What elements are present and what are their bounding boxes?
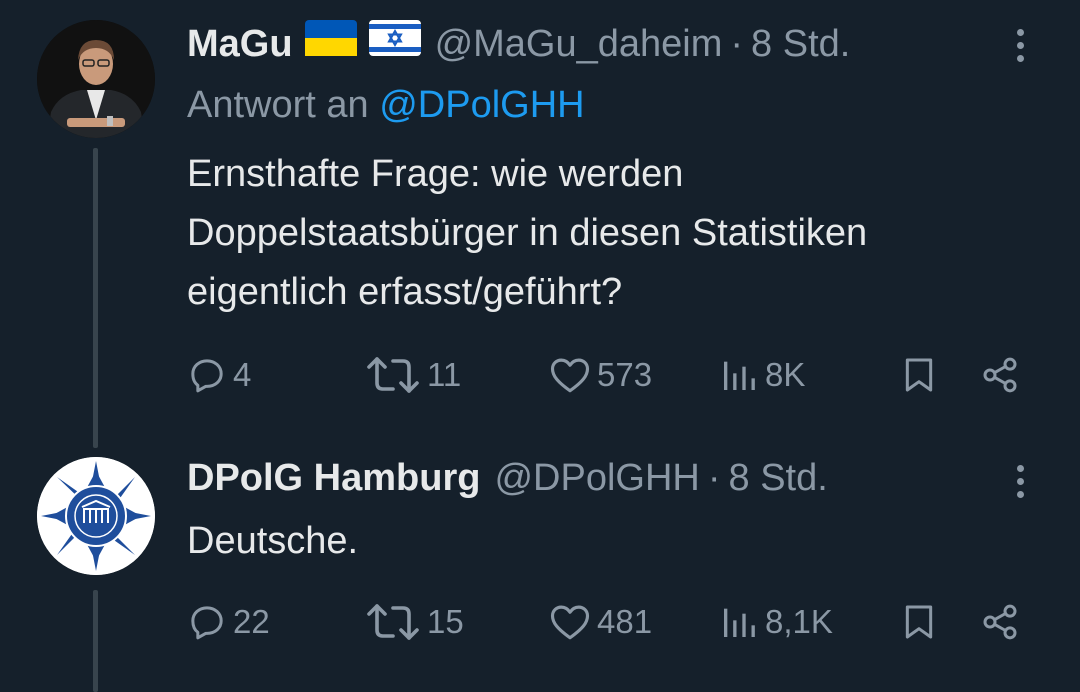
handle[interactable]: @DPolGHH [494,455,699,501]
share-icon [983,604,1017,640]
reply-button[interactable]: 4 [187,350,251,400]
views-button[interactable]: 8,1K [719,597,833,647]
thread-line [93,148,98,448]
timestamp[interactable]: 8 Std. [729,455,828,501]
like-count: 573 [597,356,653,393]
views-icon [724,361,755,390]
like-icon [550,358,590,393]
retweet-icon [367,604,419,640]
like-button[interactable]: 573 [549,350,652,400]
views-icon [724,608,755,637]
handle[interactable]: @MaGu_daheim [435,21,723,67]
retweet-button[interactable]: 15 [365,597,464,647]
bookmark-icon [905,605,933,639]
flag-ukraine-icon [304,20,357,67]
thread-line [93,590,98,692]
like-button[interactable]: 481 [549,597,652,647]
views-count: 8K [765,356,806,393]
reply-icon [191,606,223,640]
share-icon [983,357,1017,393]
timestamp[interactable]: 8 Std. [751,21,850,67]
reply-icon [191,359,223,393]
tweet-header: MaGu @MaGu_daheim · 8 Std. [187,20,850,67]
retweet-count: 11 [427,356,462,393]
tweet-text: Ernsthafte Frage: wie werden Doppelstaat… [187,153,868,313]
reply-context: Antwort an @DPolGHH [187,82,585,128]
retweet-button[interactable]: 11 [365,350,461,400]
share-button[interactable] [980,597,1020,647]
retweet-count: 15 [427,603,464,640]
bookmark-icon [905,358,933,392]
reply-count: 4 [233,356,252,393]
more-icon[interactable] [1005,22,1035,68]
share-button[interactable] [980,350,1020,400]
like-icon [550,605,590,640]
display-name[interactable]: DPolG Hamburg [187,455,480,501]
separator: · [730,22,744,65]
tweet-header: DPolG Hamburg @DPolGHH · 8 Std. [187,455,828,501]
retweet-icon [367,357,419,393]
views-count: 8,1K [765,603,833,640]
reply-mention-link[interactable]: @DPolGHH [379,84,584,126]
like-count: 481 [597,603,653,640]
more-icon[interactable] [1005,458,1035,504]
views-button[interactable]: 8K [719,350,805,400]
bookmark-button[interactable] [899,597,939,647]
separator: · [707,457,721,499]
avatar[interactable] [37,20,155,138]
avatar[interactable] [37,457,155,575]
display-name[interactable]: MaGu [187,21,293,67]
action-bar: 4 11 573 8K [187,350,1037,400]
bookmark-button[interactable] [899,350,939,400]
action-bar: 22 15 481 8,1K [187,597,1037,647]
reply-count: 22 [233,603,270,640]
reply-button[interactable]: 22 [187,597,270,647]
flag-israel-icon [368,20,421,67]
tweet-text: Deutsche. [187,520,359,562]
reply-prefix: Antwort an [187,84,369,126]
